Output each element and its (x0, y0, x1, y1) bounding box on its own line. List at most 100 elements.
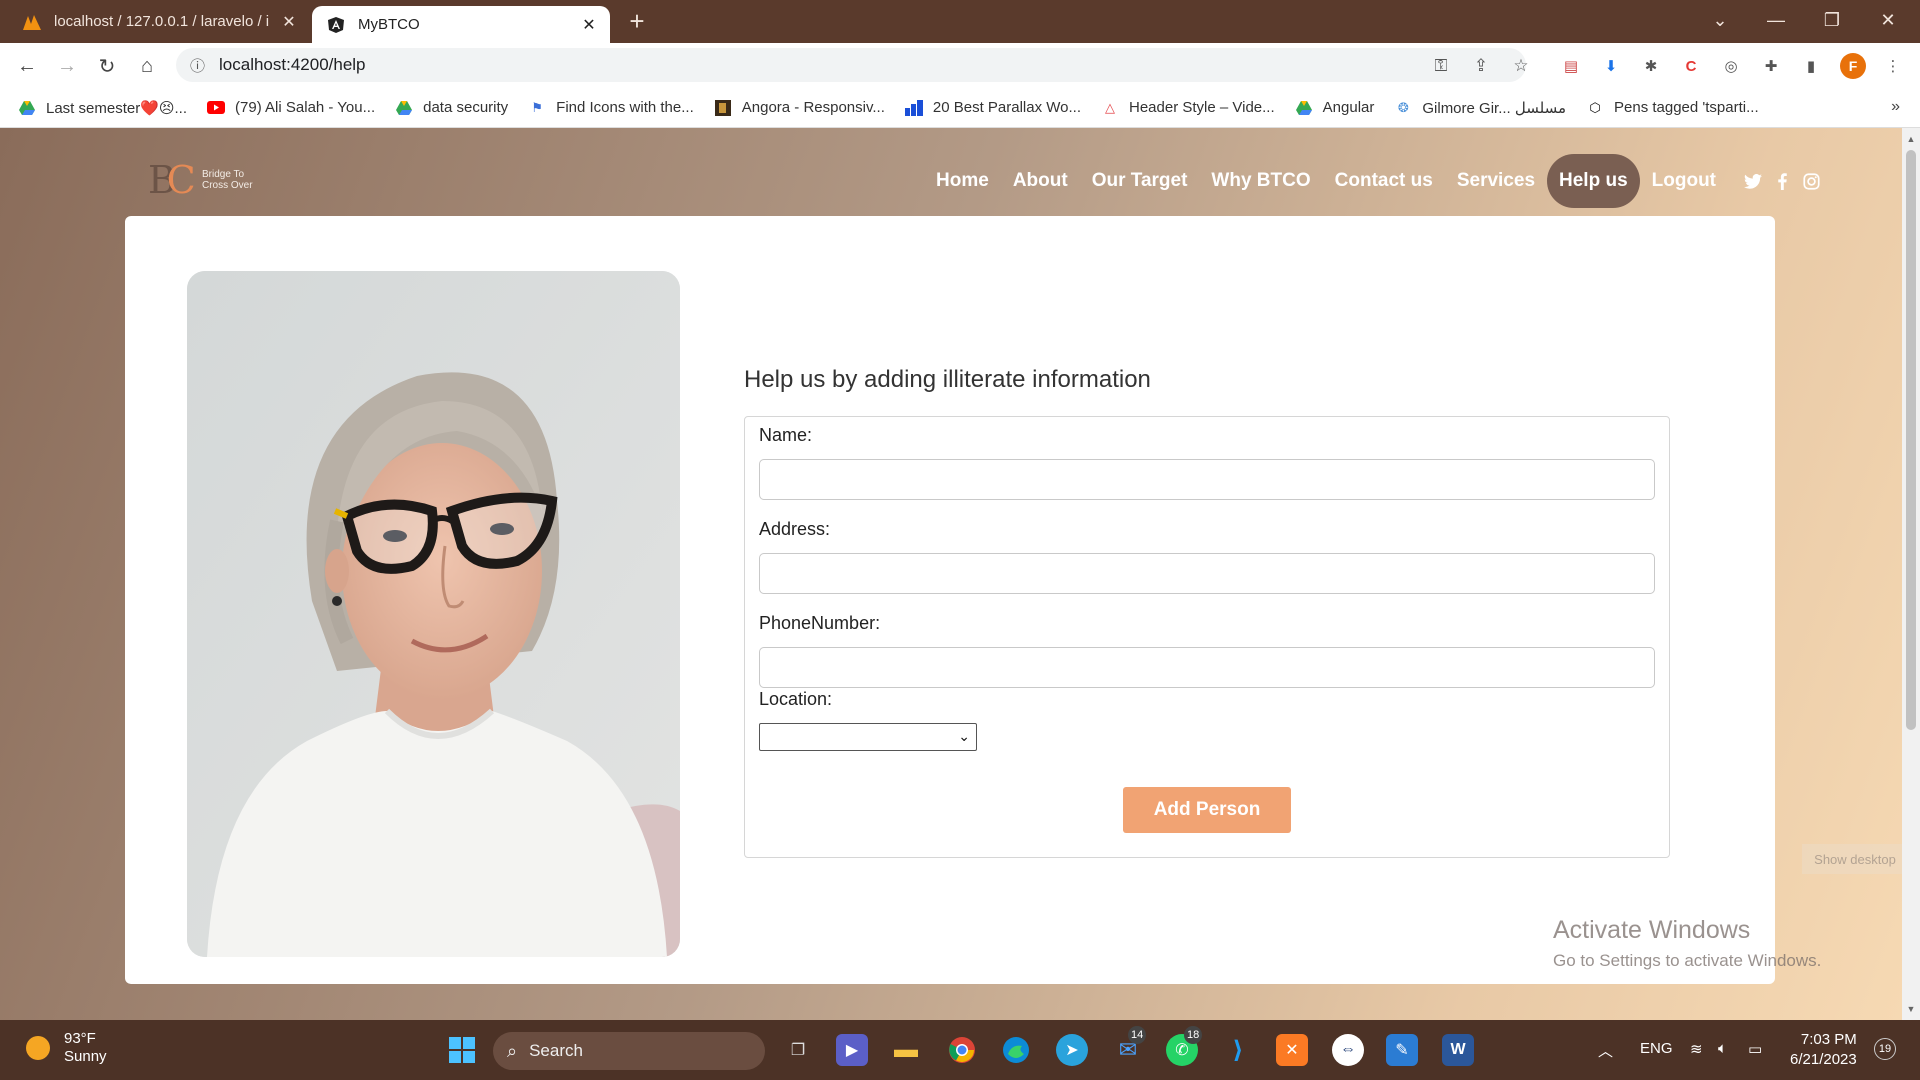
main-nav: Home About Our Target Why BTCO Contact u… (924, 154, 1820, 208)
chrome-icon[interactable] (946, 1034, 978, 1066)
edge-icon[interactable] (1000, 1034, 1032, 1066)
battery-icon[interactable]: ▭ (1748, 1040, 1762, 1058)
angora-icon (714, 99, 732, 117)
back-icon[interactable]: ← (12, 51, 42, 81)
logo-mark: BC (148, 158, 196, 202)
bookmark-item[interactable]: Angora - Responsiv... (714, 99, 885, 117)
bookmarks-bar: Last semester❤️😣... (79) Ali Salah - You… (0, 88, 1920, 128)
add-person-button[interactable]: Add Person (1123, 787, 1291, 833)
show-desktop-button[interactable]: Show desktop (1802, 844, 1908, 874)
wifi-icon[interactable]: ≋ (1690, 1040, 1703, 1058)
bookmark-item[interactable]: data security (395, 99, 508, 117)
site-info-icon[interactable]: ⓘ (190, 55, 205, 76)
nav-home[interactable]: Home (924, 154, 1001, 208)
nav-about[interactable]: About (1001, 154, 1080, 208)
reload-icon[interactable]: ↻ (92, 51, 122, 81)
weather-widget[interactable]: 93°F Sunny (26, 1030, 107, 1066)
bookmark-item[interactable]: 20 Best Parallax Wo... (904, 99, 1081, 117)
puzzle-icon[interactable]: ✚ (1760, 55, 1782, 77)
activate-windows-watermark: Activate Windows Go to Settings to activ… (1553, 916, 1822, 970)
notification-count[interactable]: 19 (1874, 1038, 1896, 1060)
clock-date: 6/21/2023 (1790, 1051, 1857, 1068)
extension-icon[interactable]: ✱ (1640, 55, 1662, 77)
key-icon[interactable]: ⚿ (1430, 55, 1452, 77)
location-select[interactable]: ⌄ (759, 723, 977, 751)
file-explorer-icon[interactable]: ▬ (890, 1034, 922, 1066)
facebook-icon[interactable] (1778, 172, 1787, 190)
system-clock[interactable]: 7:03 PM 6/21/2023 (1790, 1030, 1857, 1070)
codepen-icon: ⬡ (1589, 99, 1601, 115)
home-icon[interactable]: ⌂ (132, 51, 162, 81)
instagram-icon[interactable] (1803, 172, 1820, 190)
teamviewer-icon[interactable]: ⇔ (1332, 1034, 1364, 1066)
scroll-up-icon[interactable]: ▲ (1902, 130, 1920, 148)
portrait-photo (187, 271, 680, 957)
windows-start-icon[interactable] (446, 1034, 478, 1066)
name-label: Name: (759, 425, 813, 445)
chevron-up-icon[interactable]: ︿ (1598, 1040, 1613, 1061)
extension-icon[interactable]: C (1680, 55, 1702, 77)
clock-time: 7:03 PM (1800, 1031, 1857, 1048)
close-window-icon[interactable]: ✕ (1860, 0, 1916, 40)
nav-our-target[interactable]: Our Target (1080, 154, 1200, 208)
page-scrollbar[interactable]: ▲ ▼ (1902, 128, 1920, 1020)
twitter-icon[interactable] (1744, 173, 1762, 189)
scrollbar-thumb[interactable] (1906, 150, 1916, 730)
chevron-right-icon[interactable]: » (1891, 98, 1900, 116)
new-tab-button[interactable]: + (622, 6, 652, 36)
bookmark-star-icon[interactable]: ☆ (1510, 55, 1532, 77)
extension-icon[interactable]: ▤ (1560, 55, 1582, 77)
bookmark-item[interactable]: Last semester❤️😣... (18, 99, 187, 117)
close-icon[interactable]: ✕ (580, 16, 598, 34)
form-title: Help us by adding illiterate information (744, 366, 1151, 393)
menu-icon[interactable]: ⋮ (1882, 55, 1904, 77)
nav-services[interactable]: Services (1445, 154, 1547, 208)
nav-why-btco[interactable]: Why BTCO (1199, 154, 1322, 208)
bookmark-item[interactable]: (79) Ali Salah - You... (207, 99, 375, 117)
tab-search-icon[interactable]: ⌄ (1692, 0, 1748, 40)
phpmyadmin-icon (22, 12, 42, 32)
close-icon[interactable]: ✕ (280, 13, 298, 31)
bookmark-item[interactable]: ❂ Gilmore Gir... مسلسل (1394, 99, 1566, 117)
telegram-icon[interactable]: ➤ (1056, 1034, 1088, 1066)
nav-help-us[interactable]: Help us (1547, 154, 1640, 208)
bookmark-item[interactable]: Angular (1295, 99, 1374, 117)
bookmark-item[interactable]: △ Header Style – Vide... (1101, 99, 1275, 117)
bookmark-item[interactable]: ⚑ Find Icons with the... (528, 99, 693, 117)
browser-tab-strip: localhost / 127.0.0.1 / laravelo / i ✕ M… (0, 0, 1920, 43)
xampp-icon[interactable]: ✕ (1276, 1034, 1308, 1066)
word-icon[interactable]: W (1442, 1034, 1474, 1066)
address-bar[interactable]: ⓘ localhost:4200/help (176, 48, 1526, 82)
site-logo[interactable]: BC Bridge To Cross Over (148, 158, 258, 202)
volume-icon[interactable]: 🔈︎ (1718, 1040, 1727, 1057)
forward-icon[interactable]: → (52, 51, 82, 81)
address-label: Address: (759, 519, 831, 539)
profile-avatar[interactable]: F (1840, 53, 1866, 79)
name-input[interactable] (759, 459, 1655, 500)
taskbar-search[interactable]: ⌕ Search (493, 1032, 765, 1070)
scroll-down-icon[interactable]: ▼ (1902, 1000, 1920, 1018)
share-icon[interactable]: ⇪ (1470, 55, 1492, 77)
triangle-icon: △ (1105, 99, 1115, 115)
paint-icon[interactable]: ✎ (1386, 1034, 1418, 1066)
vscode-icon[interactable]: ⟩ (1222, 1034, 1254, 1066)
nav-contact-us[interactable]: Contact us (1323, 154, 1445, 208)
side-panel-icon[interactable]: ▮ (1800, 55, 1822, 77)
sun-icon (26, 1036, 50, 1060)
bookmark-item[interactable]: ⬡ Pens tagged 'tsparti... (1586, 99, 1758, 117)
tab-mybtco[interactable]: MyBTCO ✕ (312, 6, 610, 43)
nav-logout[interactable]: Logout (1640, 154, 1728, 208)
google-drive-icon (18, 99, 36, 117)
tab-phpmyadmin[interactable]: localhost / 127.0.0.1 / laravelo / i ✕ (0, 0, 310, 43)
google-drive-icon (395, 99, 413, 117)
restore-icon[interactable]: ❐ (1804, 0, 1860, 40)
language-indicator[interactable]: ENG (1640, 1040, 1673, 1057)
download-icon[interactable]: ⬇ (1600, 55, 1622, 77)
extension-icon[interactable]: ◎ (1720, 55, 1742, 77)
whatsapp-badge: 18 (1184, 1026, 1203, 1044)
phone-input[interactable] (759, 647, 1655, 688)
minimize-icon[interactable]: — (1748, 0, 1804, 40)
address-input[interactable] (759, 553, 1655, 594)
task-view-icon[interactable]: ❐ (782, 1034, 814, 1066)
teams-icon[interactable]: ▶ (836, 1034, 868, 1066)
